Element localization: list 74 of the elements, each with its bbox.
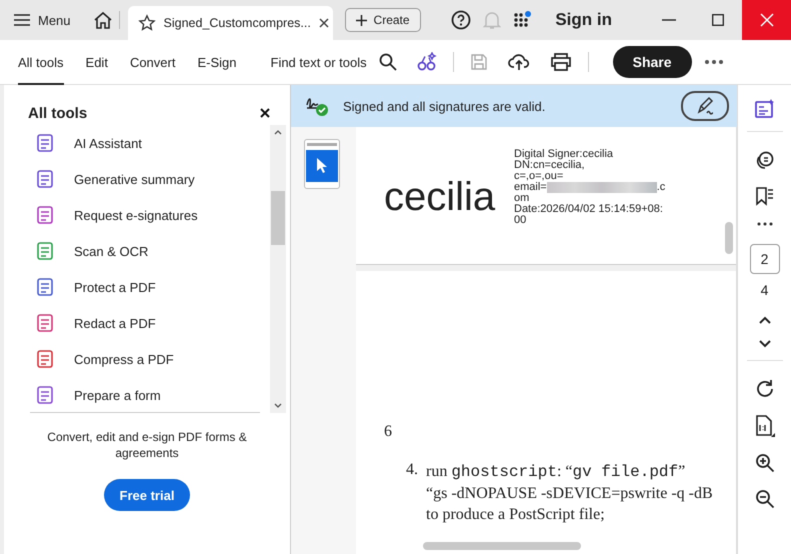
signature-detail: .c	[656, 182, 666, 193]
search-icon[interactable]	[378, 53, 397, 71]
current-page-field[interactable]: 2	[750, 244, 780, 274]
toolbar-tab[interactable]: Edit	[86, 40, 108, 84]
signature-name: cecilia	[384, 175, 496, 220]
print-icon[interactable]	[550, 52, 572, 72]
close-icon[interactable]	[260, 108, 270, 118]
text-line: to produce a PostScript file;	[426, 505, 606, 525]
close-icon[interactable]	[318, 18, 329, 28]
banner-message: Signed and all signatures are valid.	[343, 98, 546, 114]
toolbar-tab[interactable]: Convert	[130, 40, 176, 84]
scrollbar[interactable]	[270, 125, 286, 413]
scrollbar-thumb[interactable]	[271, 191, 285, 245]
text-line: run ghostscript: “gv file.pdf”	[426, 462, 686, 483]
toolbar-tab[interactable]: E-Sign	[197, 40, 236, 84]
free-trial-button[interactable]: Free trial	[104, 479, 190, 511]
find-tools-link[interactable]: Find text or tools	[270, 54, 367, 70]
signature-detail: email=	[514, 182, 547, 193]
ai-sparkle-icon[interactable]	[416, 52, 437, 72]
scrollbar[interactable]	[725, 222, 733, 254]
signature-detail: om	[514, 193, 530, 204]
zoom-out-icon[interactable]	[754, 489, 774, 509]
signature-detail: Digital Signer:cecilia	[514, 149, 614, 160]
more-icon[interactable]	[756, 222, 772, 226]
toolbar-tab[interactable]: All tools	[18, 40, 64, 84]
more-icon[interactable]	[704, 59, 724, 65]
bookmarks-icon[interactable]	[754, 186, 774, 206]
menu-label: Menu	[38, 12, 71, 28]
plus-icon	[356, 14, 367, 26]
scroll-up-icon[interactable]	[274, 129, 282, 135]
tool-item[interactable]: Request e-signatures	[30, 197, 260, 233]
rotate-icon[interactable]	[754, 379, 774, 399]
actual-size-icon[interactable]	[754, 415, 774, 437]
tool-item[interactable]: Scan & OCR	[30, 233, 260, 269]
ai-summary-icon[interactable]	[754, 99, 774, 119]
close-icon	[760, 13, 774, 27]
text-line: “gs -dNOPAUSE -sDEVICE=pswrite -q -dB	[426, 484, 713, 504]
previous-page-icon[interactable]	[758, 316, 770, 324]
panel-title: All tools	[28, 104, 88, 122]
minimize-icon	[662, 19, 676, 21]
menu-button[interactable]: Menu	[8, 8, 77, 32]
promo-text: Convert, edit and e-sign PDF forms & agreements	[46, 429, 248, 461]
document-tab[interactable]: Signed_Customcompres...	[128, 6, 333, 40]
share-button[interactable]: Share	[612, 46, 692, 78]
tool-item[interactable]: AI Assistant	[30, 125, 260, 161]
comments-icon[interactable]	[754, 150, 774, 170]
signature-detail: 00	[514, 215, 528, 226]
upload-cloud-icon[interactable]	[508, 52, 530, 72]
scroll-down-icon[interactable]	[274, 403, 282, 409]
sign-in-link[interactable]: Sign in	[555, 10, 612, 30]
sign-button[interactable]	[681, 91, 729, 121]
signature-detail: DN:cn=cecilia,	[514, 160, 585, 171]
home-icon[interactable]	[92, 11, 120, 29]
tab-title: Signed_Customcompres...	[164, 16, 311, 30]
tool-item[interactable]: Protect a PDF	[30, 269, 260, 305]
maximize-icon	[712, 14, 724, 26]
next-page-icon[interactable]	[758, 340, 770, 348]
menu-icon	[14, 14, 30, 26]
list-number: 4.	[406, 461, 418, 480]
select-tool-button[interactable]	[306, 150, 338, 182]
signature-detail: c=,o=,ou=	[514, 171, 564, 182]
star-icon[interactable]	[138, 14, 156, 32]
signature-detail: Date:2026/04/02 15:14:59+08:	[514, 204, 664, 215]
zoom-in-icon[interactable]	[754, 453, 774, 473]
page-number: 6	[384, 423, 393, 441]
tool-item[interactable]: Compress a PDF	[30, 341, 260, 377]
tool-item[interactable]: Generative summary	[30, 161, 260, 197]
create-button[interactable]: Create	[344, 8, 421, 32]
scrollbar[interactable]	[423, 542, 581, 550]
total-pages: 4	[760, 282, 768, 298]
tool-item[interactable]: Redact a PDF	[30, 305, 260, 341]
tool-item[interactable]: Prepare a form	[30, 377, 260, 413]
help-icon[interactable]	[451, 10, 472, 30]
cursor-icon	[315, 157, 329, 175]
